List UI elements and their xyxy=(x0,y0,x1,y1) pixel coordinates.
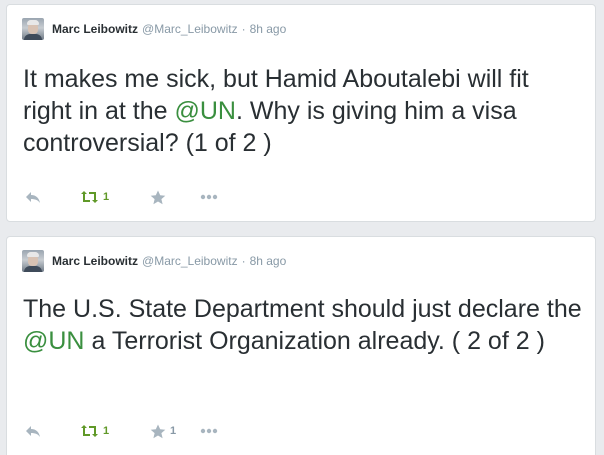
favorite-button[interactable]: 1 xyxy=(150,423,176,439)
tweet-text-before: The U.S. State Department should just de… xyxy=(23,295,582,323)
favorite-count: 1 xyxy=(170,425,177,437)
retweet-count: 1 xyxy=(103,191,110,203)
mention-link[interactable]: @UN xyxy=(174,97,236,125)
author-name[interactable]: Marc Leibowitz xyxy=(52,254,138,268)
favorite-star-icon xyxy=(150,190,166,204)
more-dots-icon xyxy=(200,194,218,200)
tweet-card-2[interactable]: Marc Leibowitz @Marc_Leibowitz · 8h ago The… xyxy=(6,236,596,455)
author-handle[interactable]: @Marc_Leibowitz xyxy=(142,254,238,268)
avatar[interactable] xyxy=(22,18,44,40)
tweet-card-1[interactable]: Marc Leibowitz @Marc_Leibowitz · 8h ago It … xyxy=(6,4,596,222)
retweet-icon xyxy=(81,425,98,437)
timestamp[interactable]: 8h ago xyxy=(250,254,287,268)
author-name[interactable]: Marc Leibowitz xyxy=(52,22,138,36)
more-options-button[interactable] xyxy=(200,189,218,205)
separator-dot: · xyxy=(241,22,246,36)
tweet-text-after: a Terrorist Organization already. ( 2 of… xyxy=(84,327,545,355)
separator-dot: · xyxy=(241,254,246,268)
avatar[interactable] xyxy=(22,250,44,272)
retweet-button[interactable]: 1 xyxy=(80,423,109,439)
mention-link[interactable]: @UN xyxy=(23,327,85,355)
tweet-header: Marc Leibowitz @Marc_Leibowitz · 8h ago xyxy=(52,22,286,36)
more-options-button[interactable] xyxy=(200,423,218,439)
retweet-icon xyxy=(81,191,98,203)
favorite-button[interactable] xyxy=(150,189,170,205)
tweet-actions: 1 xyxy=(25,189,325,205)
author-handle[interactable]: @Marc_Leibowitz xyxy=(142,22,238,36)
retweet-button[interactable]: 1 xyxy=(80,189,109,205)
tweet-text: The U.S. State Department should just de… xyxy=(23,293,583,357)
timestamp[interactable]: 8h ago xyxy=(250,22,287,36)
reply-button[interactable] xyxy=(25,189,41,205)
more-dots-icon xyxy=(200,428,218,434)
favorite-star-icon xyxy=(150,424,166,438)
tweet-text: It makes me sick, but Hamid Aboutalebi w… xyxy=(23,63,583,159)
retweet-count: 1 xyxy=(103,425,110,437)
tweet-header: Marc Leibowitz @Marc_Leibowitz · 8h ago xyxy=(52,254,286,268)
tweet-actions: 1 1 xyxy=(25,423,325,439)
reply-button[interactable] xyxy=(25,423,41,439)
reply-icon xyxy=(26,192,40,203)
reply-icon xyxy=(26,426,40,437)
